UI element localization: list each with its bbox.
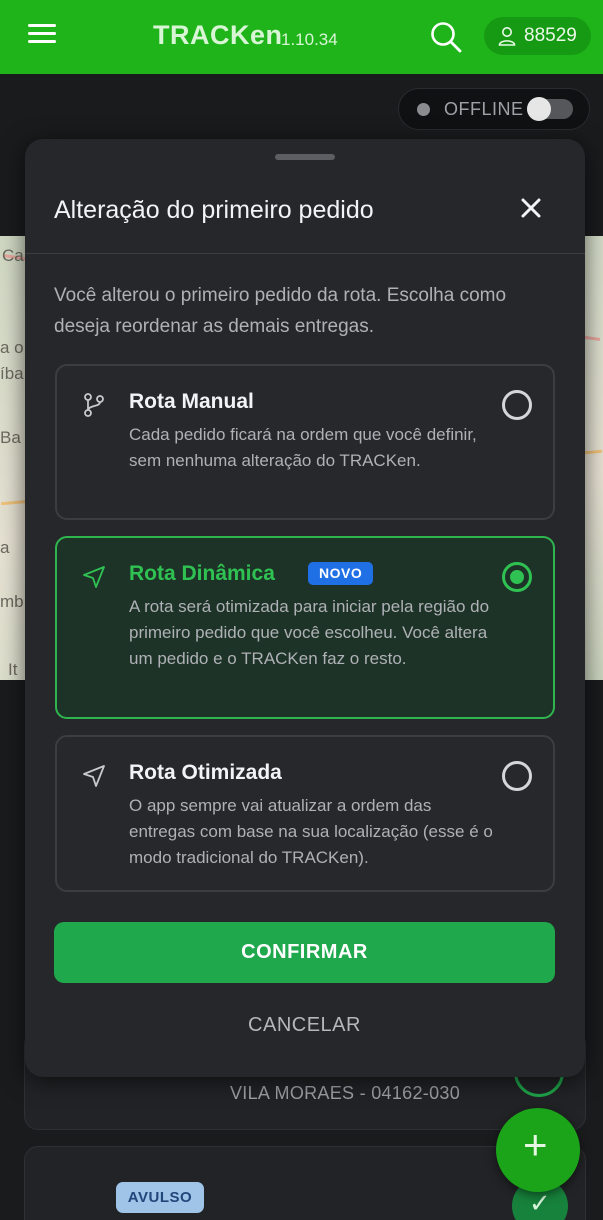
option-description: A rota será otimizada para iniciar pela …	[129, 597, 490, 668]
map-label: íba	[0, 364, 24, 383]
option-rota-otimizada[interactable]: Rota Otimizada O app sempre vai atualiza…	[55, 735, 555, 892]
navigation-arrow-icon	[83, 765, 105, 787]
option-title: Rota Otimizada	[129, 761, 282, 784]
option-title: Rota Dinâmica	[129, 562, 275, 585]
search-icon[interactable]	[429, 20, 463, 54]
option-rota-manual[interactable]: Rota Manual Cada pedido ficará na ordem …	[55, 364, 555, 520]
add-button[interactable]: +	[496, 1108, 580, 1192]
radio-button[interactable]	[502, 761, 532, 791]
avulso-badge: AVULSO	[116, 1182, 204, 1213]
branch-icon	[84, 393, 104, 417]
dialog-description: Você alterou o primeiro pedido da rota. …	[54, 285, 507, 337]
status-dot	[417, 103, 430, 116]
navigation-arrow-icon	[83, 566, 105, 588]
divider	[25, 253, 585, 254]
app-bar: TRACKen 1.10.34 88529	[0, 0, 603, 74]
option-title: Rota Manual	[129, 390, 254, 413]
option-rota-dinamica[interactable]: Rota Dinâmica NOVO A rota será otimizada…	[55, 536, 555, 719]
offline-switch[interactable]	[527, 97, 573, 121]
radio-button-selected[interactable]	[502, 562, 532, 592]
radio-button[interactable]	[502, 390, 532, 420]
user-id: 88529	[524, 25, 577, 46]
check-icon: ✓	[529, 1188, 551, 1218]
cancel-button[interactable]: CANCELAR	[54, 1005, 555, 1045]
delivery-address: VILA MORAES - 04162-030	[230, 1083, 461, 1103]
option-description: Cada pedido ficará na ordem que você def…	[129, 425, 477, 470]
reorder-dialog: Alteração do primeiro pedido Você altero…	[25, 139, 585, 1077]
user-account-button[interactable]: 88529	[484, 17, 591, 55]
confirm-button[interactable]: CONFIRMAR	[54, 922, 555, 983]
map-label: mb	[0, 592, 24, 611]
offline-toggle-pill[interactable]: OFFLINE	[398, 88, 590, 130]
drag-handle[interactable]	[275, 154, 335, 160]
map-label: Ba	[0, 428, 21, 447]
app-title: TRACKen	[153, 20, 283, 50]
map-label: a	[0, 538, 10, 557]
option-description: O app sempre vai atualizar a ordem das e…	[129, 796, 493, 867]
app-version: 1.10.34	[281, 30, 338, 49]
map-label: Ca	[2, 246, 24, 265]
close-icon[interactable]	[519, 196, 543, 220]
map-label: a o	[0, 338, 24, 357]
plus-icon: +	[523, 1121, 548, 1168]
new-badge: NOVO	[308, 562, 374, 585]
dialog-title: Alteração do primeiro pedido	[54, 196, 374, 224]
switch-knob	[527, 97, 551, 121]
hamburger-menu-icon[interactable]	[28, 24, 56, 46]
map-label: It	[8, 660, 18, 679]
offline-label: OFFLINE	[444, 99, 524, 119]
user-icon	[498, 27, 516, 46]
